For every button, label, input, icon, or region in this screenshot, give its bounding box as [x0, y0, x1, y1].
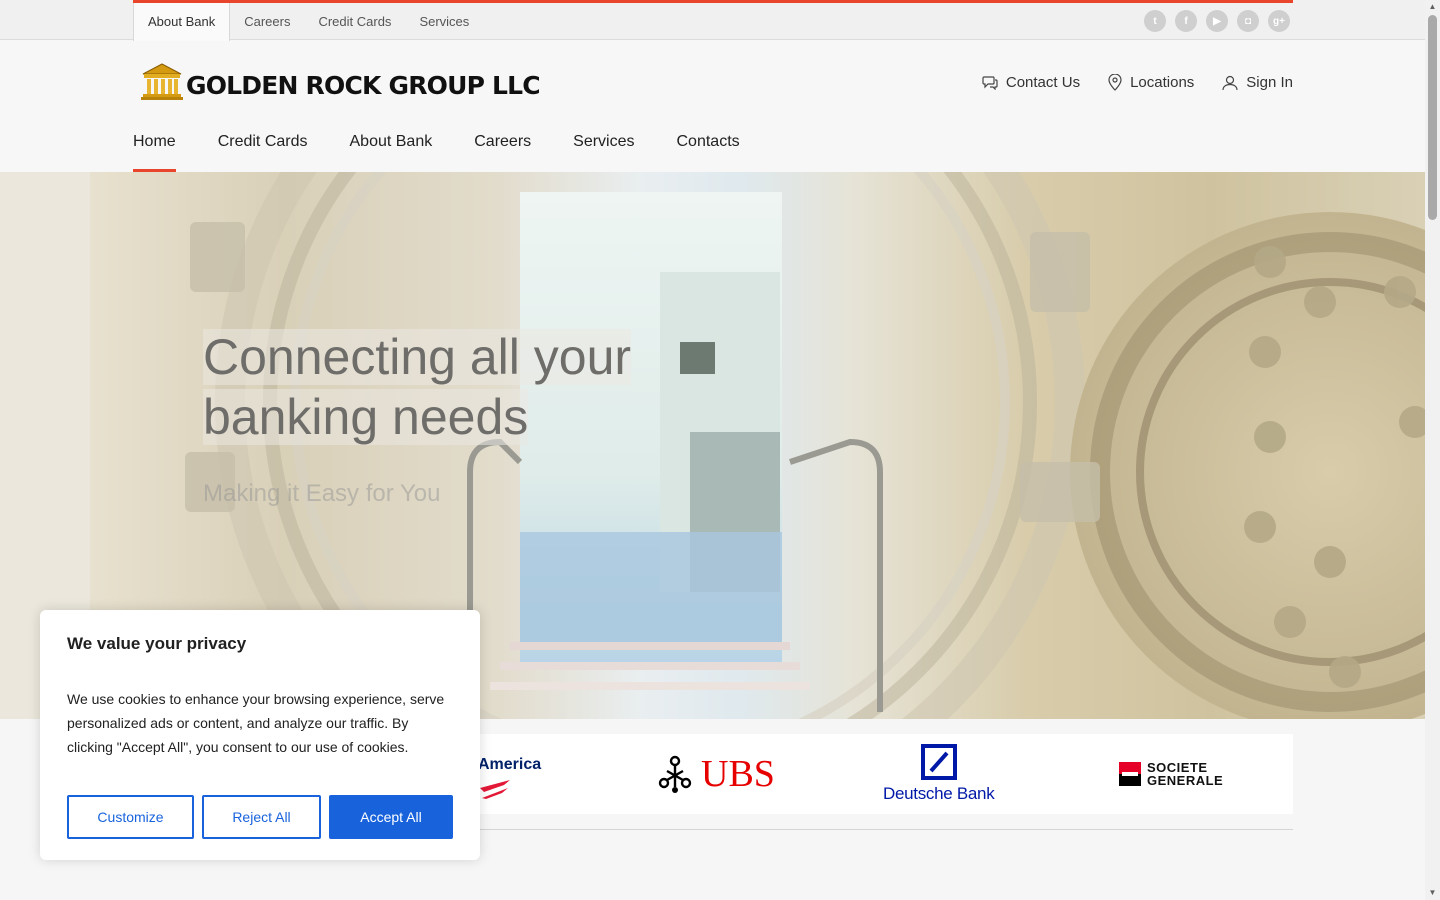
nav-item-services[interactable]: Services	[573, 120, 634, 172]
top-utility-bar: About Bank Careers Credit Cards Services…	[0, 0, 1425, 41]
youtube-icon[interactable]: ▶	[1206, 10, 1228, 32]
hero-title-line-2: banking needs	[203, 389, 529, 445]
page-scrollbar[interactable]: ▲ ▼	[1425, 0, 1440, 900]
hero-title: Connecting all your banking needs	[203, 327, 673, 447]
ubs-text: UBS	[701, 753, 775, 795]
social-links: t f ▶ ◘ g+	[1144, 10, 1290, 32]
main-nav: Home Credit Cards About Bank Careers Ser…	[133, 120, 740, 172]
accept-all-button[interactable]: Accept All	[329, 795, 453, 839]
google-plus-icon[interactable]: g+	[1268, 10, 1290, 32]
twitter-icon[interactable]: t	[1144, 10, 1166, 32]
toplink-about-bank[interactable]: About Bank	[133, 3, 231, 41]
societe-generale-logo[interactable]: SOCIETE GENERALE	[1119, 734, 1223, 814]
map-pin-icon	[1108, 74, 1122, 91]
sign-in-link[interactable]: Sign In	[1222, 74, 1293, 91]
instagram-icon[interactable]: ◘	[1237, 10, 1259, 32]
deutsche-bank-slash-icon	[920, 744, 957, 780]
locations-label: Locations	[1130, 74, 1195, 91]
contact-us-label: Contact Us	[1005, 74, 1081, 91]
top-utility-inner: About Bank Careers Credit Cards Services…	[133, 0, 1293, 41]
ubs-logo[interactable]: UBS	[655, 734, 775, 814]
toplink-services[interactable]: Services	[405, 3, 483, 41]
cookie-title: We value your privacy	[67, 634, 247, 653]
cookie-message: We use cookies to enhance your browsing …	[67, 691, 445, 755]
user-icon	[1222, 75, 1238, 90]
scrollbar-thumb[interactable]	[1428, 15, 1437, 220]
top-links: About Bank Careers Credit Cards Services	[133, 3, 483, 41]
contact-us-link[interactable]: Contact Us	[982, 74, 1080, 91]
bofa-flag-icon	[480, 780, 510, 799]
locations-link[interactable]: Locations	[1108, 74, 1194, 91]
socgen-line-2: GENERALE	[1147, 773, 1224, 788]
deutsche-bank-text: Deutsche Bank	[883, 784, 995, 803]
bofa-text: America	[478, 756, 542, 773]
site-logo[interactable]: GOLDEN ROCK GROUP LLC	[141, 63, 541, 101]
sign-in-label: Sign In	[1246, 74, 1293, 91]
facebook-icon[interactable]: f	[1175, 10, 1197, 32]
nav-item-careers[interactable]: Careers	[474, 120, 531, 172]
reject-all-button[interactable]: Reject All	[202, 795, 321, 839]
logo-text: GOLDEN ROCK GROUP LLC	[186, 70, 541, 100]
site-header: GOLDEN ROCK GROUP LLC Contact Us Locatio…	[0, 41, 1425, 172]
ubs-keys-icon	[658, 755, 692, 793]
hero-subtitle: Making it Easy for You	[203, 480, 441, 507]
cookie-consent-dialog: We value your privacy We use cookies to …	[40, 610, 480, 860]
header-links: Contact Us Locations Sign In	[982, 74, 1293, 91]
hero-title-line-1: Connecting all your	[203, 329, 632, 385]
bank-building-icon	[141, 63, 183, 100]
customize-button[interactable]: Customize	[67, 795, 194, 839]
toplink-credit-cards[interactable]: Credit Cards	[304, 3, 405, 41]
nav-item-contacts[interactable]: Contacts	[677, 120, 740, 172]
scroll-down-arrow-icon[interactable]: ▼	[1425, 886, 1440, 900]
chat-icon	[982, 76, 998, 90]
nav-item-home[interactable]: Home	[133, 120, 176, 172]
toplink-careers[interactable]: Careers	[230, 3, 304, 41]
scroll-up-arrow-icon[interactable]: ▲	[1425, 0, 1440, 14]
deutsche-bank-logo[interactable]: Deutsche Bank	[883, 734, 995, 814]
nav-item-about-bank[interactable]: About Bank	[350, 120, 433, 172]
socgen-square-icon	[1119, 762, 1141, 786]
bank-of-america-logo[interactable]: America	[473, 734, 563, 814]
nav-item-credit-cards[interactable]: Credit Cards	[218, 120, 308, 172]
